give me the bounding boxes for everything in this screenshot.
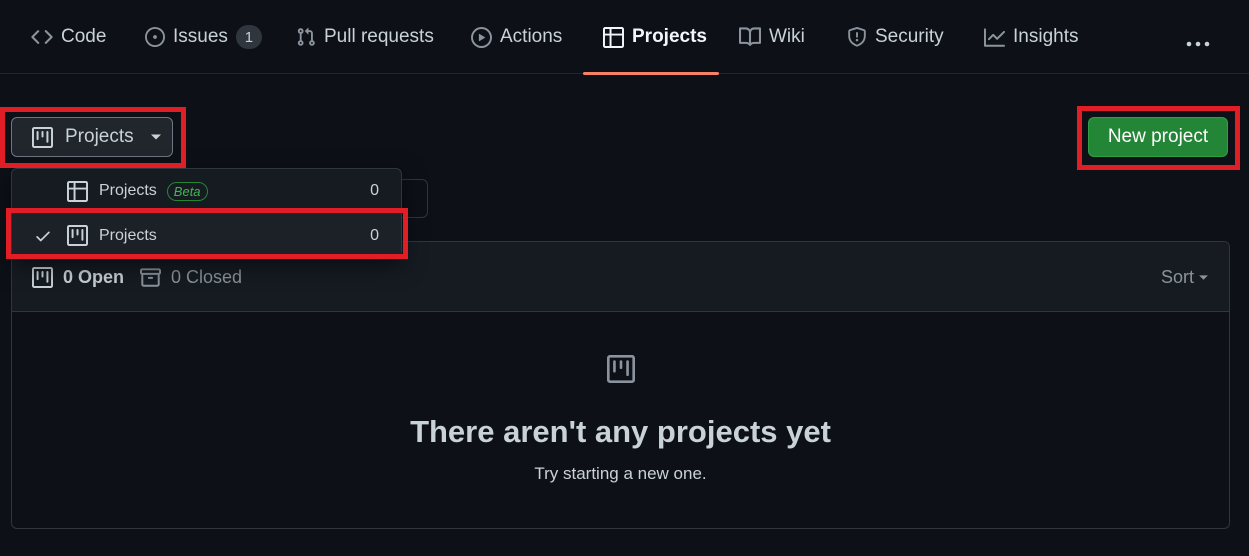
tab-issues[interactable]: Issues 1 <box>145 0 262 74</box>
tab-issues-label: Issues <box>173 26 228 47</box>
tab-wiki[interactable]: Wiki <box>739 0 805 74</box>
project-icon <box>32 266 53 288</box>
projects-type-dropdown-button[interactable]: Projects <box>11 117 173 157</box>
project-icon <box>67 225 88 246</box>
issue-opened-icon <box>145 27 165 47</box>
tab-wiki-label: Wiki <box>769 26 805 47</box>
projects-button-label: Projects <box>65 126 134 147</box>
table-icon <box>67 180 88 202</box>
tab-insights-label: Insights <box>1013 26 1079 47</box>
tab-projects[interactable]: Projects <box>603 0 707 74</box>
repo-nav: Code Issues 1 Pull requests Actions Proj… <box>0 0 1249 75</box>
tab-security-label: Security <box>875 26 944 47</box>
more-tabs-button[interactable] <box>1180 24 1216 64</box>
empty-state: There aren't any projects yet Try starti… <box>12 312 1229 528</box>
tab-code[interactable]: Code <box>31 0 106 74</box>
new-project-button[interactable]: New project <box>1088 117 1228 157</box>
tab-actions-label: Actions <box>500 26 563 47</box>
code-icon <box>31 26 53 48</box>
beta-badge: Beta <box>166 181 208 201</box>
menu-item-projects-beta[interactable]: Projects Beta 0 <box>12 169 401 213</box>
shield-icon <box>847 27 867 47</box>
issues-count-badge: 1 <box>235 25 262 49</box>
tab-pull-requests-label: Pull requests <box>324 26 434 47</box>
empty-state-subtitle: Try starting a new one. <box>534 464 707 483</box>
check-icon <box>34 227 52 245</box>
triangle-down-icon <box>150 133 162 141</box>
sort-dropdown[interactable]: Sort <box>1161 242 1209 312</box>
project-icon <box>32 126 53 148</box>
menu-item-label: Projects <box>99 182 157 199</box>
projects-list-box: 0 Open 0 Closed Sort There aren't any pr… <box>11 241 1230 529</box>
menu-item-count: 0 <box>370 226 379 244</box>
tab-code-label: Code <box>61 26 107 47</box>
play-icon <box>471 26 492 48</box>
closed-count-label: 0 Closed <box>171 266 243 287</box>
menu-item-label-wrap: Projects <box>99 227 157 245</box>
open-count-label: 0 Open <box>63 266 125 287</box>
empty-state-title: There aren't any projects yet <box>410 414 831 449</box>
archive-icon <box>140 267 161 288</box>
menu-item-count: 0 <box>370 182 379 199</box>
triangle-down-icon <box>1198 274 1209 281</box>
tab-security[interactable]: Security <box>847 0 944 74</box>
table-icon <box>603 26 624 48</box>
tab-pull-requests[interactable]: Pull requests <box>296 0 434 74</box>
project-icon <box>607 355 635 383</box>
git-pull-request-icon <box>296 27 316 47</box>
active-tab-underline <box>583 72 719 75</box>
menu-item-projects-classic[interactable]: Projects 0 <box>12 213 401 257</box>
graph-icon <box>984 27 1005 48</box>
sort-label: Sort <box>1160 266 1194 287</box>
menu-item-label-wrap: Projects Beta <box>99 181 208 201</box>
tab-insights[interactable]: Insights <box>984 0 1078 74</box>
book-icon <box>739 26 761 48</box>
tab-actions[interactable]: Actions <box>471 0 562 74</box>
menu-item-label: Projects <box>99 226 157 244</box>
kebab-horizontal-icon <box>1186 40 1210 48</box>
projects-type-menu: Projects Beta 0 Projects 0 <box>11 168 402 257</box>
tab-projects-label: Projects <box>632 26 707 47</box>
